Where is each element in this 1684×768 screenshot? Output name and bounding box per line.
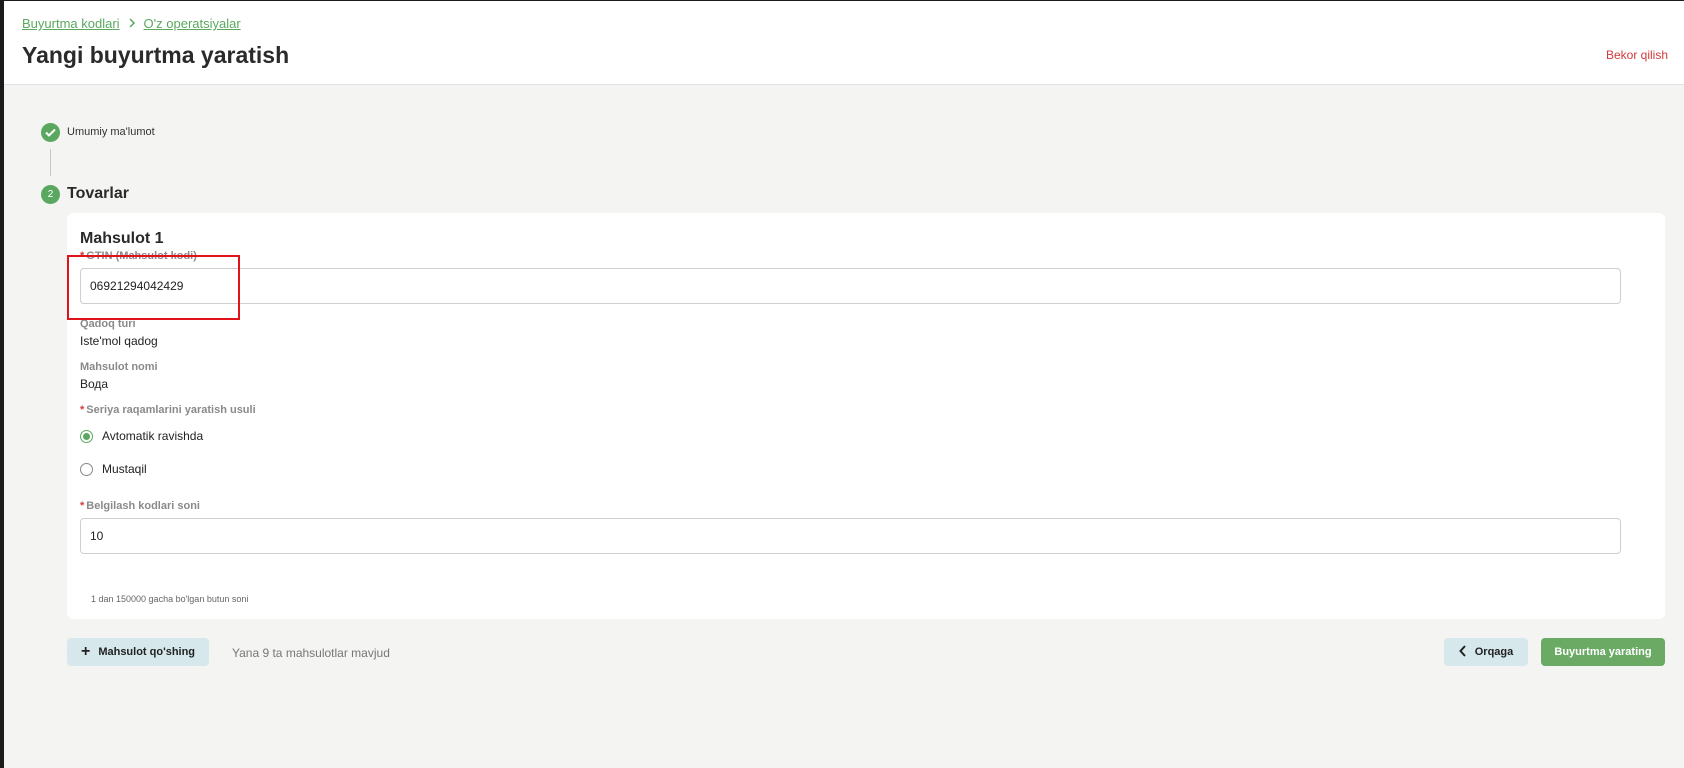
page-header: Buyurtma kodlari O'z operatsiyalar Yangi… [4, 1, 1684, 85]
app-window: Buyurtma kodlari O'z operatsiyalar Yangi… [4, 1, 1684, 768]
codes-count-hint: 1 dan 150000 gacha bo'lgan butun soni [91, 594, 249, 604]
step-number-badge: 2 [41, 185, 60, 204]
cancel-link[interactable]: Bekor qilish [1606, 48, 1668, 62]
breadcrumb-link-own-operations[interactable]: O'z operatsiyalar [144, 16, 241, 31]
radio-manual[interactable]: Mustaqil [80, 462, 147, 476]
codes-count-input[interactable]: 10 [80, 518, 1621, 554]
chevron-left-icon [1458, 644, 1467, 660]
codes-count-label: * Belgilash kodlari soni [80, 500, 200, 512]
step-complete-check-icon [41, 123, 60, 142]
back-button[interactable]: Orqaga [1444, 638, 1528, 666]
step-general-info-label: Umumiy ma'lumot [67, 126, 155, 138]
add-product-button[interactable]: + Mahsulot qo'shing [67, 638, 209, 666]
remaining-products-text: Yana 9 ta mahsulotlar mavjud [232, 646, 390, 660]
breadcrumb: Buyurtma kodlari O'z operatsiyalar [22, 16, 241, 31]
add-product-label: Mahsulot qo'shing [98, 646, 196, 658]
radio-automatic-label: Avtomatik ravishda [102, 429, 204, 443]
plus-icon: + [80, 643, 91, 660]
step-connector [50, 149, 51, 176]
back-label: Orqaga [1474, 646, 1514, 658]
gtin-input[interactable]: 06921294042429 [80, 268, 1621, 304]
annotation-highlight [67, 255, 240, 320]
create-order-button[interactable]: Buyurtma yarating [1541, 638, 1665, 666]
product-card: Mahsulot 1 * GTIN (Mahsulot kodi) 0692129… [67, 213, 1665, 619]
radio-unchecked-icon [80, 462, 93, 476]
page-title: Yangi buyurtma yaratish [22, 42, 290, 68]
step-goods-label: Tovarlar [67, 185, 129, 202]
package-type-value: Iste'mol qadog [80, 334, 158, 348]
product-name-value: Вода [80, 377, 109, 391]
radio-automatic[interactable]: Avtomatik ravishda [80, 429, 203, 443]
radio-checked-icon [80, 429, 93, 443]
product-card-title: Mahsulot 1 [80, 230, 164, 247]
product-name-label: Mahsulot nomi [80, 361, 158, 373]
radio-manual-label: Mustaqil [102, 462, 147, 476]
serial-method-label: * Seriya raqamlarini yaratish usuli [80, 404, 256, 416]
chevron-right-icon [127, 16, 137, 31]
breadcrumb-link-order-codes[interactable]: Buyurtma kodlari [22, 16, 120, 31]
